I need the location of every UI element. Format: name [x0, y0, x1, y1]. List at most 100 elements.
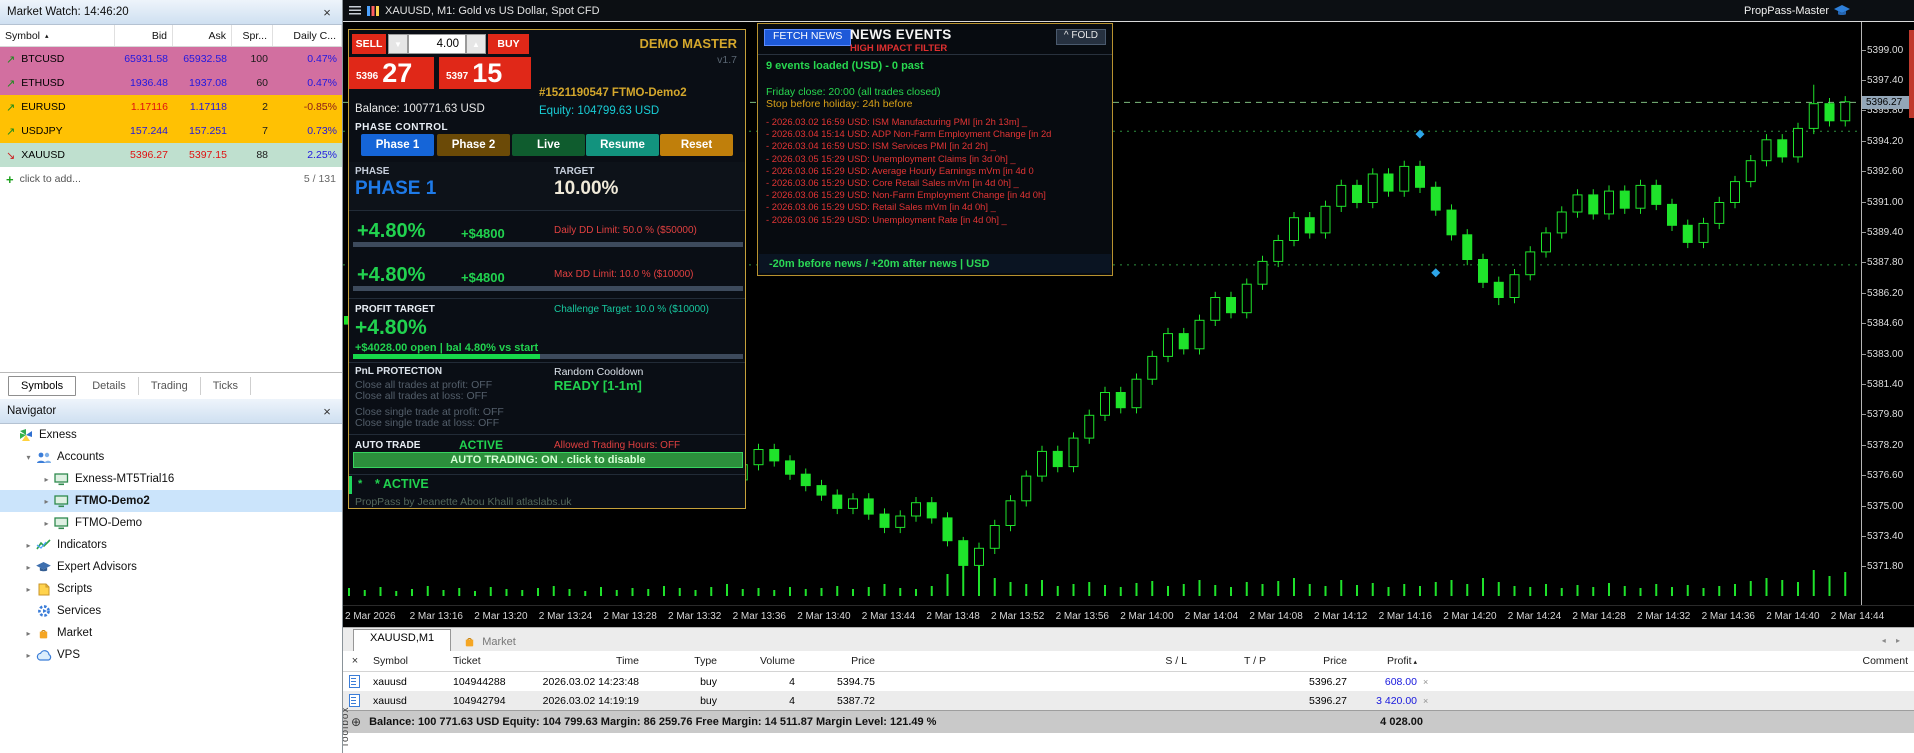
- column-header-comment[interactable]: Comment: [1441, 655, 1914, 667]
- market-watch-row[interactable]: ↘ XAUUSD 5396.27 5397.15 88 2.25%: [0, 143, 342, 167]
- sidebar-item-market[interactable]: ▸ Market: [0, 622, 342, 644]
- chart-area[interactable]: 5399.00 5397.40 5395.80 5394.20 5392.60 5391.…: [343, 21, 1914, 606]
- tab-details[interactable]: Details: [80, 377, 139, 395]
- tab-market[interactable]: Market: [451, 635, 528, 651]
- tick-mark: [1862, 505, 1866, 507]
- news-event-item[interactable]: - 2026.03.06 15:29 USD: Core Retail Sale…: [766, 177, 1110, 189]
- trade-entry-marker[interactable]: [1415, 129, 1425, 139]
- lot-size-input[interactable]: 4.00: [408, 34, 466, 54]
- phase-1-button[interactable]: Phase 1: [361, 134, 434, 156]
- market-watch-titlebar[interactable]: Market Watch: 14:46:20 ×: [0, 0, 342, 25]
- buy-button[interactable]: BUY: [488, 34, 529, 54]
- tab-trading[interactable]: Trading: [139, 377, 201, 395]
- buy-price-display[interactable]: 5397 15: [439, 57, 531, 89]
- column-header-sl[interactable]: S / L: [881, 655, 1193, 667]
- column-header-spr[interactable]: Spr...: [232, 25, 273, 46]
- sidebar-item-exness[interactable]: Exness: [0, 424, 342, 446]
- close-position-icon[interactable]: ×: [1423, 677, 1441, 687]
- pnl-line: Close all trades at loss: OFF: [355, 390, 488, 402]
- fetch-news-button[interactable]: FETCH NEWS: [764, 29, 852, 46]
- type-cell: buy: [700, 694, 717, 707]
- news-event-item[interactable]: - 2026.03.02 16:59 USD: ISM Manufacturin…: [766, 116, 1110, 128]
- close-icon[interactable]: ×: [319, 5, 335, 20]
- column-header-price[interactable]: Price: [1272, 655, 1353, 667]
- sidebar-item-label: Exness: [39, 429, 77, 441]
- column-header-time[interactable]: Time: [529, 655, 645, 667]
- chart-scrollbar[interactable]: [1909, 30, 1914, 118]
- menu-icon[interactable]: [349, 6, 361, 15]
- phase-2-button[interactable]: Phase 2: [437, 134, 510, 156]
- sidebar-item-services[interactable]: Services: [0, 600, 342, 622]
- tab-scroll-arrows[interactable]: ◂ ▸: [1882, 636, 1904, 651]
- market-watch-add-row[interactable]: + click to add... 5 / 131: [0, 167, 342, 191]
- market-watch-row[interactable]: ↗ USDJPY 157.244 157.251 7 0.73%: [0, 119, 342, 143]
- position-row[interactable]: xauusd 104944288 2026.03.02 14:23:48 buy 4 53…: [343, 672, 1914, 691]
- indicators-icon: [35, 538, 52, 552]
- column-header-symbol[interactable]: Symbol ▴: [0, 25, 115, 46]
- news-event-item[interactable]: - 2026.03.06 15:29 USD: Non-Farm Employm…: [766, 189, 1110, 201]
- column-header-profit[interactable]: Profit ▴: [1353, 655, 1423, 667]
- news-event-item[interactable]: - 2026.03.04 15:14 USD: ADP Non-Farm Emp…: [766, 128, 1110, 140]
- expand-icon[interactable]: ⊕: [351, 715, 361, 729]
- news-event-item[interactable]: - 2026.03.04 16:59 USD: ISM Services PMI…: [766, 140, 1110, 152]
- toolbox-vertical-label[interactable]: Toolbox: [343, 707, 351, 748]
- price-axis[interactable]: 5399.00 5397.40 5395.80 5394.20 5392.60 5391.…: [1861, 22, 1914, 606]
- resume-button[interactable]: Resume: [586, 134, 659, 156]
- fold-button[interactable]: ^ FOLD: [1055, 29, 1106, 45]
- column-header-price[interactable]: Price: [801, 655, 881, 667]
- news-event-item[interactable]: - 2026.03.06 15:29 USD: Retail Sales mVm…: [766, 201, 1110, 213]
- tab-symbols[interactable]: Symbols: [8, 376, 77, 396]
- column-header-bid[interactable]: Bid: [115, 25, 173, 46]
- chevron-down-icon[interactable]: ▾: [22, 453, 35, 462]
- news-event-item[interactable]: - 2026.03.06 15:29 USD: Average Hourly E…: [766, 165, 1110, 177]
- lot-increase-button[interactable]: ▲: [466, 34, 486, 54]
- news-event-item[interactable]: - 2026.03.06 15:29 USD: Unemployment Rat…: [766, 214, 1110, 226]
- reset-button[interactable]: Reset: [660, 134, 733, 156]
- column-header-volume[interactable]: Volume: [723, 655, 801, 667]
- toolbox-close-icon[interactable]: ×: [343, 655, 367, 667]
- sidebar-item-scripts[interactable]: ▸ Scripts: [0, 578, 342, 600]
- chevron-right-icon[interactable]: ▸: [22, 651, 35, 660]
- column-header-tp[interactable]: T / P: [1193, 655, 1272, 667]
- market-watch-row[interactable]: ↗ ETHUSD 1936.48 1937.08 60 0.47%: [0, 71, 342, 95]
- chevron-right-icon[interactable]: ▸: [40, 519, 53, 528]
- column-header-symbol[interactable]: Symbol: [367, 655, 447, 667]
- lot-decrease-button[interactable]: ▼: [388, 34, 408, 54]
- autotrade-toggle-button[interactable]: AUTO TRADING: ON . click to disable: [353, 452, 743, 468]
- sidebar-item-ftmo-demo[interactable]: ▸ FTMO-Demo: [0, 512, 342, 534]
- sidebar-item-indicators[interactable]: ▸ Indicators: [0, 534, 342, 556]
- column-header-ticket[interactable]: Ticket: [447, 655, 529, 667]
- column-header-type[interactable]: Type: [645, 655, 723, 667]
- sidebar-item-ftmo-demo2[interactable]: ▸ FTMO-Demo2: [0, 490, 342, 512]
- news-event-item[interactable]: - 2026.03.05 15:29 USD: Unemployment Cla…: [766, 153, 1110, 165]
- tab-xauusd-m1[interactable]: XAUUSD,M1: [353, 629, 452, 651]
- market-watch-row[interactable]: ↗ EURUSD 1.17116 1.17118 2 -0.85%: [0, 95, 342, 119]
- sell-price-display[interactable]: 5396 27: [349, 57, 434, 89]
- sidebar-item-accounts[interactable]: ▾ Accounts: [0, 446, 342, 468]
- chevron-right-icon[interactable]: ▸: [22, 541, 35, 550]
- navigator-titlebar[interactable]: Navigator ×: [0, 399, 342, 424]
- live-button[interactable]: Live: [512, 134, 585, 156]
- column-header-ask[interactable]: Ask: [173, 25, 232, 46]
- tab-ticks[interactable]: Ticks: [201, 377, 251, 395]
- chart-type-icon[interactable]: [367, 5, 379, 16]
- sidebar-item-expert-advisors[interactable]: ▸ Expert Advisors: [0, 556, 342, 578]
- trade-entry-marker[interactable]: [1431, 268, 1441, 278]
- chevron-right-icon[interactable]: ▸: [40, 497, 53, 506]
- close-icon[interactable]: ×: [319, 404, 335, 419]
- sidebar-item-vps[interactable]: ▸ VPS: [0, 644, 342, 666]
- time-axis[interactable]: 2 Mar 2026 2 Mar 13:16 2 Mar 13:20 2 Mar 13…: [343, 605, 1914, 628]
- chevron-right-icon[interactable]: ▸: [40, 475, 53, 484]
- market-watch-row[interactable]: ↗ BTCUSD 65931.58 65932.58 100 0.47%: [0, 47, 342, 71]
- close-position-icon[interactable]: ×: [1423, 696, 1441, 706]
- position-row[interactable]: xauusd 104942794 2026.03.02 14:19:19 buy 4 53…: [343, 691, 1914, 710]
- bid-cell: 1.17116: [130, 101, 168, 113]
- chevron-right-icon[interactable]: ▸: [22, 629, 35, 638]
- column-header-dailyc[interactable]: Daily C...: [273, 25, 342, 46]
- chevron-right-icon[interactable]: ▸: [22, 585, 35, 594]
- chevron-right-icon[interactable]: ▸: [22, 563, 35, 572]
- volume-cell: 4: [789, 694, 795, 707]
- sidebar-item-exness-mt5trial16[interactable]: ▸ Exness-MT5Trial16: [0, 468, 342, 490]
- symbol-name: ETHUSD: [21, 77, 65, 89]
- sell-button[interactable]: SELL: [352, 34, 386, 54]
